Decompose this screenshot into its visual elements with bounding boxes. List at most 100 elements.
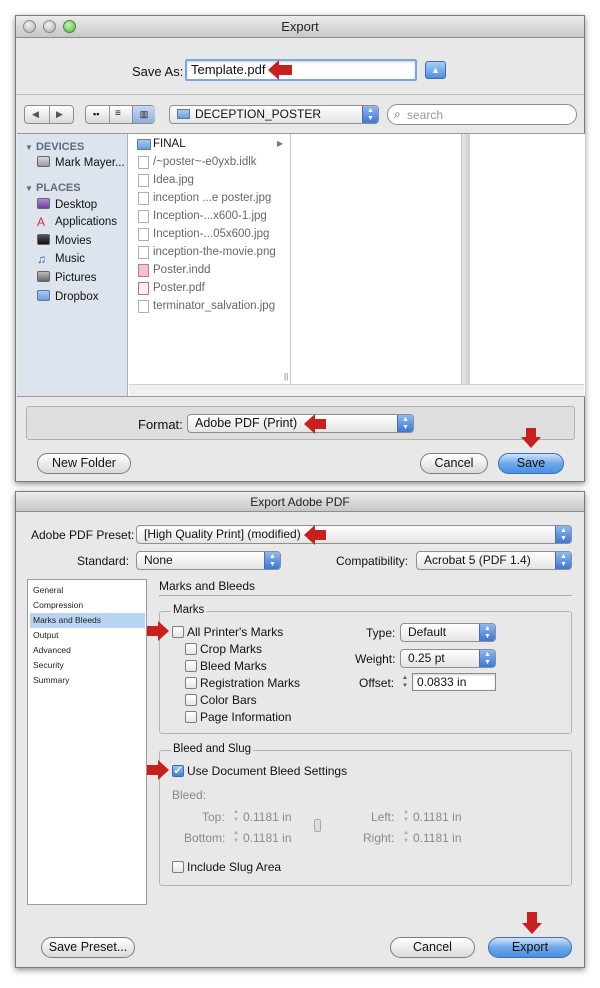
category-compression[interactable]: Compression (30, 598, 145, 613)
zoom-window-button[interactable] (63, 20, 76, 33)
format-popup[interactable]: Adobe PDF (Print) ▲ ▼ (187, 414, 414, 433)
category-marks-and-bleeds[interactable]: Marks and Bleeds (30, 613, 145, 628)
include-slug-checkbox[interactable] (172, 861, 184, 873)
category-security[interactable]: Security (30, 658, 145, 673)
offset-field[interactable]: 0.0833 in (412, 673, 496, 691)
include-slug-label: Include Slug Area (187, 860, 282, 874)
forward-arrow-icon[interactable]: ▶ (56, 106, 63, 123)
cancel-button[interactable]: Cancel (420, 453, 488, 474)
format-label: Format: (138, 417, 183, 432)
computer-icon (37, 156, 50, 167)
category-advanced[interactable]: Advanced (30, 643, 145, 658)
save-button[interactable]: Save (498, 453, 564, 474)
category-output[interactable]: Output (30, 628, 145, 643)
sidebar-item-computer[interactable]: Mark Mayer... (37, 156, 125, 169)
chevron-updown-icon: ▲ ▼ (397, 415, 413, 432)
back-arrow-icon[interactable]: ◀ (32, 106, 39, 123)
panel-title: Marks and Bleeds (159, 579, 256, 593)
export-pdf-dialog: Export Adobe PDF Adobe PDF Preset: [High… (15, 491, 585, 968)
offset-stepper[interactable]: ▲ ▼ (400, 674, 410, 692)
divider (159, 595, 572, 596)
file-item[interactable]: Poster.pdf (129, 279, 289, 297)
sidebar-section-places: ▼ PLACES (25, 182, 81, 194)
right-value[interactable]: 0.1181 in (413, 831, 462, 845)
right-stepper[interactable]: ▲ ▼ (401, 829, 411, 847)
file-item[interactable]: Poster.indd (129, 261, 289, 279)
top-value[interactable]: 0.1181 in (243, 810, 292, 824)
preset-popup[interactable]: [High Quality Print] (modified) ▲ ▼ (136, 525, 572, 544)
sidebar-item-applications[interactable]: A Applications (37, 216, 117, 228)
export-save-dialog: Export Save As: Template.pdf ▲ ◀ ▶ ▪▪ ≡ … (15, 15, 585, 482)
dialog-title: Export Adobe PDF (250, 495, 350, 509)
use-document-bleed-label: Use Document Bleed Settings (187, 764, 348, 778)
use-document-bleed-checkbox[interactable]: ✓ (172, 765, 184, 777)
export-button[interactable]: Export (488, 937, 572, 958)
sidebar-item-music[interactable]: ♫ Music (37, 253, 85, 265)
chevron-updown-icon: ▲ ▼ (555, 526, 571, 543)
image-file-icon (138, 210, 149, 223)
chevron-updown-icon: ▲ ▼ (479, 650, 495, 667)
sidebar-item-pictures[interactable]: Pictures (37, 271, 97, 284)
divider (16, 94, 584, 95)
image-file-icon (138, 192, 149, 205)
icon-view-icon[interactable]: ▪▪ (93, 110, 99, 119)
view-mode-buttons[interactable]: ▪▪ ≡ ▥ (85, 105, 155, 124)
file-item[interactable]: Inception-...05x600.jpg (129, 225, 289, 243)
file-item[interactable]: Idea.jpg (129, 171, 289, 189)
left-value[interactable]: 0.1181 in (413, 810, 462, 824)
category-summary[interactable]: Summary (30, 673, 145, 688)
horizontal-scrollbar[interactable] (129, 384, 584, 396)
title-bar: Export Adobe PDF (16, 492, 584, 512)
page-information-checkbox[interactable] (185, 711, 197, 723)
weight-popup[interactable]: 0.25 pt ▲ ▼ (400, 649, 496, 668)
column-resize-handle[interactable]: || (284, 372, 288, 381)
file-item[interactable]: Inception-...x600-1.jpg (129, 207, 289, 225)
annotation-arrow-down (522, 912, 542, 934)
all-printers-marks-checkbox[interactable] (172, 626, 184, 638)
file-column: FINAL ▶ /~poster~-e0yxb.idlk Idea.jpg inc… (129, 134, 291, 396)
document-icon (138, 156, 149, 169)
right-label: Right: (363, 831, 395, 845)
type-popup[interactable]: Default ▲ ▼ (400, 623, 496, 642)
sidebar-item-movies[interactable]: Movies (37, 234, 91, 247)
registration-marks-checkbox[interactable] (185, 677, 197, 689)
save-preset-button[interactable]: Save Preset... (41, 937, 135, 958)
color-bars-checkbox[interactable] (185, 694, 197, 706)
cancel-button[interactable]: Cancel (390, 937, 475, 958)
minimize-window-button[interactable] (43, 20, 56, 33)
category-general[interactable]: General (30, 583, 145, 598)
chain-link-icon[interactable] (314, 819, 321, 832)
column-view-icon[interactable]: ▥ (132, 106, 155, 123)
sidebar-item-dropbox[interactable]: Dropbox (37, 290, 98, 303)
file-item-final-folder[interactable]: FINAL ▶ (129, 135, 289, 153)
bottom-value[interactable]: 0.1181 in (243, 831, 292, 845)
left-stepper[interactable]: ▲ ▼ (401, 808, 411, 826)
search-icon: ⌕ (394, 107, 401, 121)
compatibility-popup[interactable]: Acrobat 5 (PDF 1.4) ▲ ▼ (416, 551, 572, 570)
save-as-input[interactable]: Template.pdf (185, 59, 417, 81)
title-bar: Export (16, 16, 584, 38)
back-forward-buttons[interactable]: ◀ ▶ (24, 105, 74, 124)
file-item[interactable]: inception-the-movie.png (129, 243, 289, 261)
bleed-marks-checkbox[interactable] (185, 660, 197, 672)
new-folder-button[interactable]: New Folder (37, 453, 131, 474)
standard-popup[interactable]: None ▲ ▼ (136, 551, 281, 570)
bottom-stepper[interactable]: ▲ ▼ (231, 829, 241, 847)
annotation-arrow (304, 414, 326, 434)
file-item[interactable]: inception ...e poster.jpg (129, 189, 289, 207)
column-scrollbar[interactable] (462, 134, 470, 396)
weight-label: Weight: (355, 652, 396, 666)
file-item[interactable]: terminator_salvation.jpg (129, 297, 289, 315)
crop-marks-checkbox[interactable] (185, 643, 197, 655)
list-view-icon[interactable]: ≡ (115, 109, 121, 119)
expand-dialog-button[interactable]: ▲ (425, 61, 446, 79)
top-stepper[interactable]: ▲ ▼ (231, 808, 241, 826)
folder-popup[interactable]: DECEPTION_POSTER ▲ ▼ (169, 105, 379, 124)
empty-column (292, 134, 462, 396)
search-field[interactable]: ⌕ search (387, 104, 577, 125)
sidebar-item-desktop[interactable]: Desktop (37, 198, 97, 211)
annotation-arrow (147, 760, 169, 780)
file-item[interactable]: /~poster~-e0yxb.idlk (129, 153, 289, 171)
left-label: Left: (371, 810, 395, 824)
close-window-button[interactable] (23, 20, 36, 33)
